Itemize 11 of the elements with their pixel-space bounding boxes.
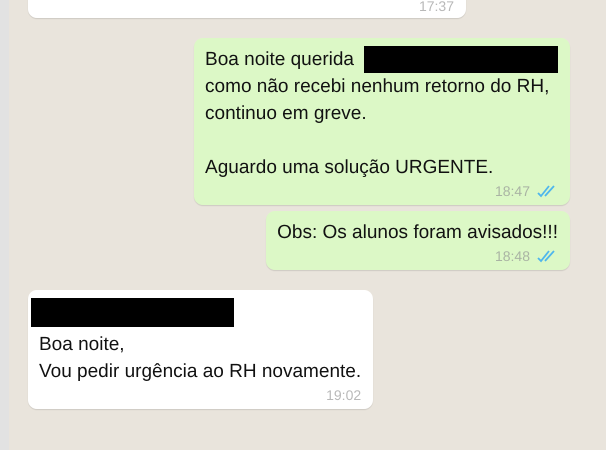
message-time: 19:02 [326, 387, 362, 403]
message-time: 18:48 [494, 248, 530, 264]
message-text: Vou pedir urgência ao RH novamente. [39, 360, 362, 384]
message-text: como não recebi nenhum retorno do RH, [205, 75, 550, 99]
message-text: continuo em greve. [205, 102, 367, 126]
message-time: 17:37 [418, 0, 454, 14]
message-text: Boa noite querida [205, 48, 354, 72]
message-text: Obs: Os alunos foram avisados!!! [277, 221, 558, 245]
message-text: Boa noite, [39, 333, 125, 357]
message-time: 18:47 [494, 183, 530, 199]
message-text: Aguardo uma solução URGENTE. [205, 156, 494, 180]
